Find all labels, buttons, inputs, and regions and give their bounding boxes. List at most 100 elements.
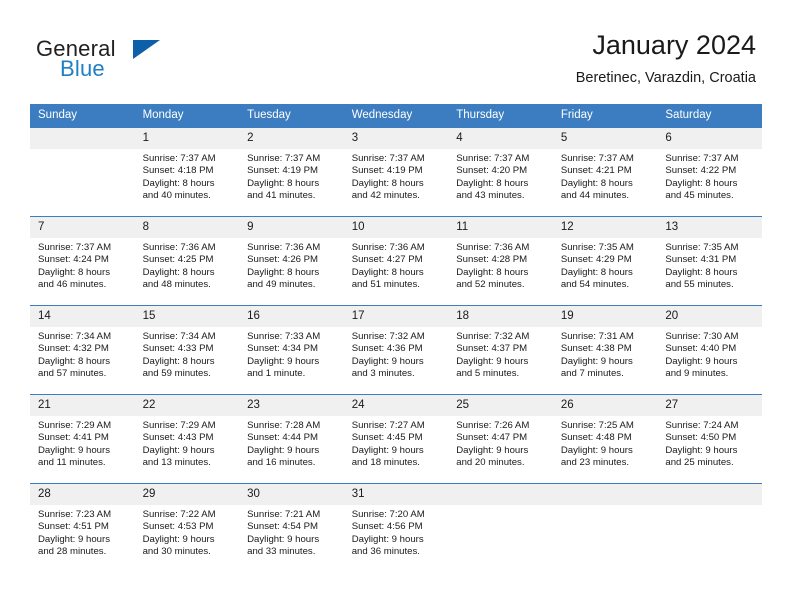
calendar-day-cell[interactable]: 11 Sunrise: 7:36 AM Sunset: 4:28 PM Dayligh… <box>448 216 553 306</box>
calendar-day-cell[interactable]: 22 Sunrise: 7:29 AM Sunset: 4:43 PM Dayligh… <box>134 394 240 484</box>
calendar-day-cell[interactable]: 18 Sunrise: 7:32 AM Sunset: 4:37 PM Dayligh… <box>448 305 553 395</box>
day-sun-info: Sunrise: 7:32 AM Sunset: 4:36 PM Daylight:… <box>344 327 449 381</box>
calendar-day-cell[interactable]: 15 Sunrise: 7:34 AM Sunset: 4:33 PM Dayligh… <box>134 305 240 395</box>
weekday-header-friday: Friday <box>552 104 658 128</box>
calendar-day-cell[interactable]: 29 Sunrise: 7:22 AM Sunset: 4:53 PM Dayligh… <box>134 483 240 572</box>
daylight-duration-line1: Daylight: 8 hours <box>351 266 424 278</box>
calendar-day-cell[interactable]: 2 Sunrise: 7:37 AM Sunset: 4:19 PM Daylight… <box>239 128 344 217</box>
day-number: 13 <box>657 217 762 238</box>
calendar-day-cell[interactable]: 27 Sunrise: 7:24 AM Sunset: 4:50 PM Dayligh… <box>657 394 762 484</box>
sunset-time: Sunset: 4:54 PM <box>247 521 319 533</box>
daylight-duration-line1: Daylight: 8 hours <box>247 177 320 189</box>
calendar-day-cell[interactable]: 7 Sunrise: 7:37 AM Sunset: 4:24 PM Daylight… <box>30 216 135 306</box>
calendar-day-cell[interactable]: 3 Sunrise: 7:37 AM Sunset: 4:19 PM Daylight… <box>343 128 449 217</box>
day-sun-info: Sunrise: 7:25 AM Sunset: 4:48 PM Daylight:… <box>553 416 658 470</box>
sunrise-time: Sunrise: 7:36 AM <box>247 242 321 253</box>
daylight-duration-line2: and 28 minutes. <box>38 546 107 558</box>
calendar-day-cell[interactable]: 1 Sunrise: 7:37 AM Sunset: 4:18 PM Daylight… <box>134 128 240 217</box>
sunrise-time: Sunrise: 7:37 AM <box>456 153 530 164</box>
calendar-day-cell[interactable]: 28 Sunrise: 7:23 AM Sunset: 4:51 PM Dayligh… <box>30 483 135 572</box>
calendar-day-cell[interactable]: 4 Sunrise: 7:37 AM Sunset: 4:20 PM Daylight… <box>448 128 553 217</box>
day-cell-inner: 15 Sunrise: 7:34 AM Sunset: 4:33 PM Dayligh… <box>134 306 240 394</box>
daylight-duration-line1: Daylight: 9 hours <box>142 533 215 545</box>
day-number: 14 <box>30 306 135 327</box>
day-sun-info: Sunrise: 7:37 AM Sunset: 4:20 PM Daylight:… <box>448 149 553 203</box>
sunrise-time: Sunrise: 7:21 AM <box>247 509 321 520</box>
daylight-duration-line2: and 1 minute. <box>247 368 306 380</box>
daylight-duration-line2: and 36 minutes. <box>351 546 420 558</box>
daylight-duration-line1: Daylight: 8 hours <box>247 266 320 278</box>
day-cell-inner: 31 Sunrise: 7:20 AM Sunset: 4:56 PM Dayligh… <box>343 484 449 572</box>
sunset-time: Sunset: 4:50 PM <box>665 432 737 444</box>
sunrise-time: Sunrise: 7:37 AM <box>665 153 739 164</box>
day-number: 22 <box>134 395 240 416</box>
weekday-header-monday: Monday <box>134 104 240 128</box>
sunset-time: Sunset: 4:28 PM <box>456 254 528 266</box>
daylight-duration-line2: and 13 minutes. <box>142 457 211 469</box>
day-number: 27 <box>657 395 762 416</box>
daylight-duration-line2: and 48 minutes. <box>142 279 211 291</box>
day-number: 21 <box>30 395 135 416</box>
daylight-duration-line2: and 5 minutes. <box>456 368 520 380</box>
day-sun-info: Sunrise: 7:32 AM Sunset: 4:37 PM Daylight:… <box>448 327 553 381</box>
day-cell-inner: 19 Sunrise: 7:31 AM Sunset: 4:38 PM Dayligh… <box>552 306 658 394</box>
daylight-duration-line1: Daylight: 8 hours <box>560 177 633 189</box>
calendar-week-row: 21 Sunrise: 7:29 AM Sunset: 4:41 PM Dayligh… <box>30 394 762 484</box>
sunset-time: Sunset: 4:31 PM <box>665 254 737 266</box>
calendar-day-cell[interactable]: 10 Sunrise: 7:36 AM Sunset: 4:27 PM Dayligh… <box>343 216 449 306</box>
calendar-day-cell[interactable]: 14 Sunrise: 7:34 AM Sunset: 4:32 PM Dayligh… <box>30 305 135 395</box>
sunset-time: Sunset: 4:24 PM <box>38 254 109 266</box>
day-sun-info: Sunrise: 7:36 AM Sunset: 4:28 PM Daylight:… <box>448 238 553 292</box>
sunset-time: Sunset: 4:48 PM <box>560 432 632 444</box>
calendar-day-cell[interactable]: 17 Sunrise: 7:32 AM Sunset: 4:36 PM Dayligh… <box>343 305 449 395</box>
sunrise-time: Sunrise: 7:36 AM <box>351 242 425 253</box>
daylight-duration-line1: Daylight: 9 hours <box>351 533 424 545</box>
day-cell-inner <box>30 128 135 216</box>
brand-triangle-icon <box>133 40 160 59</box>
calendar-day-cell[interactable]: 5 Sunrise: 7:37 AM Sunset: 4:21 PM Daylight… <box>552 128 658 217</box>
day-sun-info: Sunrise: 7:36 AM Sunset: 4:26 PM Daylight:… <box>239 238 344 292</box>
calendar-day-cell[interactable]: 23 Sunrise: 7:28 AM Sunset: 4:44 PM Dayligh… <box>239 394 344 484</box>
day-number <box>552 484 658 505</box>
sunrise-time: Sunrise: 7:35 AM <box>665 242 739 253</box>
daylight-duration-line2: and 46 minutes. <box>38 279 107 291</box>
daylight-duration-line2: and 43 minutes. <box>456 190 525 202</box>
sunset-time: Sunset: 4:38 PM <box>560 343 632 355</box>
calendar-day-cell[interactable]: 12 Sunrise: 7:35 AM Sunset: 4:29 PM Dayligh… <box>552 216 658 306</box>
calendar-body: 1 Sunrise: 7:37 AM Sunset: 4:18 PM Daylight… <box>30 128 762 572</box>
daylight-duration-line1: Daylight: 8 hours <box>665 177 738 189</box>
daylight-duration-line1: Daylight: 9 hours <box>456 355 529 367</box>
day-sun-info: Sunrise: 7:24 AM Sunset: 4:50 PM Daylight:… <box>657 416 762 470</box>
calendar-day-cell[interactable]: 9 Sunrise: 7:36 AM Sunset: 4:26 PM Daylight… <box>239 216 344 306</box>
sunrise-time: Sunrise: 7:34 AM <box>142 331 216 342</box>
sunrise-time: Sunrise: 7:29 AM <box>142 420 216 431</box>
sunset-time: Sunset: 4:25 PM <box>142 254 214 266</box>
calendar-week-row: 28 Sunrise: 7:23 AM Sunset: 4:51 PM Dayligh… <box>30 483 762 572</box>
calendar-day-cell[interactable]: 25 Sunrise: 7:26 AM Sunset: 4:47 PM Dayligh… <box>448 394 553 484</box>
calendar-day-cell[interactable]: 26 Sunrise: 7:25 AM Sunset: 4:48 PM Dayligh… <box>552 394 658 484</box>
day-sun-info: Sunrise: 7:34 AM Sunset: 4:33 PM Daylight:… <box>135 327 240 381</box>
calendar-day-cell[interactable]: 31 Sunrise: 7:20 AM Sunset: 4:56 PM Dayligh… <box>343 483 449 572</box>
day-sun-info: Sunrise: 7:26 AM Sunset: 4:47 PM Daylight:… <box>448 416 553 470</box>
calendar-day-cell[interactable]: 6 Sunrise: 7:37 AM Sunset: 4:22 PM Daylight… <box>657 128 762 217</box>
daylight-duration-line2: and 52 minutes. <box>456 279 525 291</box>
daylight-duration-line2: and 59 minutes. <box>142 368 211 380</box>
daylight-duration-line2: and 18 minutes. <box>351 457 420 469</box>
sunset-time: Sunset: 4:37 PM <box>456 343 528 355</box>
calendar-day-cell[interactable]: 16 Sunrise: 7:33 AM Sunset: 4:34 PM Dayligh… <box>239 305 344 395</box>
day-cell-inner: 1 Sunrise: 7:37 AM Sunset: 4:18 PM Daylight… <box>134 128 240 216</box>
calendar-day-cell[interactable]: 8 Sunrise: 7:36 AM Sunset: 4:25 PM Daylight… <box>134 216 240 306</box>
calendar-day-cell[interactable]: 20 Sunrise: 7:30 AM Sunset: 4:40 PM Dayligh… <box>657 305 762 395</box>
sunrise-time: Sunrise: 7:31 AM <box>560 331 634 342</box>
day-sun-info: Sunrise: 7:35 AM Sunset: 4:29 PM Daylight:… <box>553 238 658 292</box>
calendar-page: General Blue January 2024 Beretinec, Var… <box>0 0 792 612</box>
calendar-day-cell[interactable]: 13 Sunrise: 7:35 AM Sunset: 4:31 PM Dayligh… <box>657 216 762 306</box>
brand-logo: General Blue <box>36 36 236 86</box>
calendar-day-cell[interactable]: 19 Sunrise: 7:31 AM Sunset: 4:38 PM Dayligh… <box>552 305 658 395</box>
day-sun-info: Sunrise: 7:21 AM Sunset: 4:54 PM Daylight:… <box>239 505 344 559</box>
sunrise-time: Sunrise: 7:37 AM <box>38 242 112 253</box>
calendar-day-cell[interactable]: 24 Sunrise: 7:27 AM Sunset: 4:45 PM Dayligh… <box>343 394 449 484</box>
calendar-table: Sunday Monday Tuesday Wednesday Thursday… <box>30 104 762 572</box>
calendar-day-cell[interactable]: 30 Sunrise: 7:21 AM Sunset: 4:54 PM Dayligh… <box>239 483 344 572</box>
calendar-day-cell[interactable]: 21 Sunrise: 7:29 AM Sunset: 4:41 PM Dayligh… <box>30 394 135 484</box>
